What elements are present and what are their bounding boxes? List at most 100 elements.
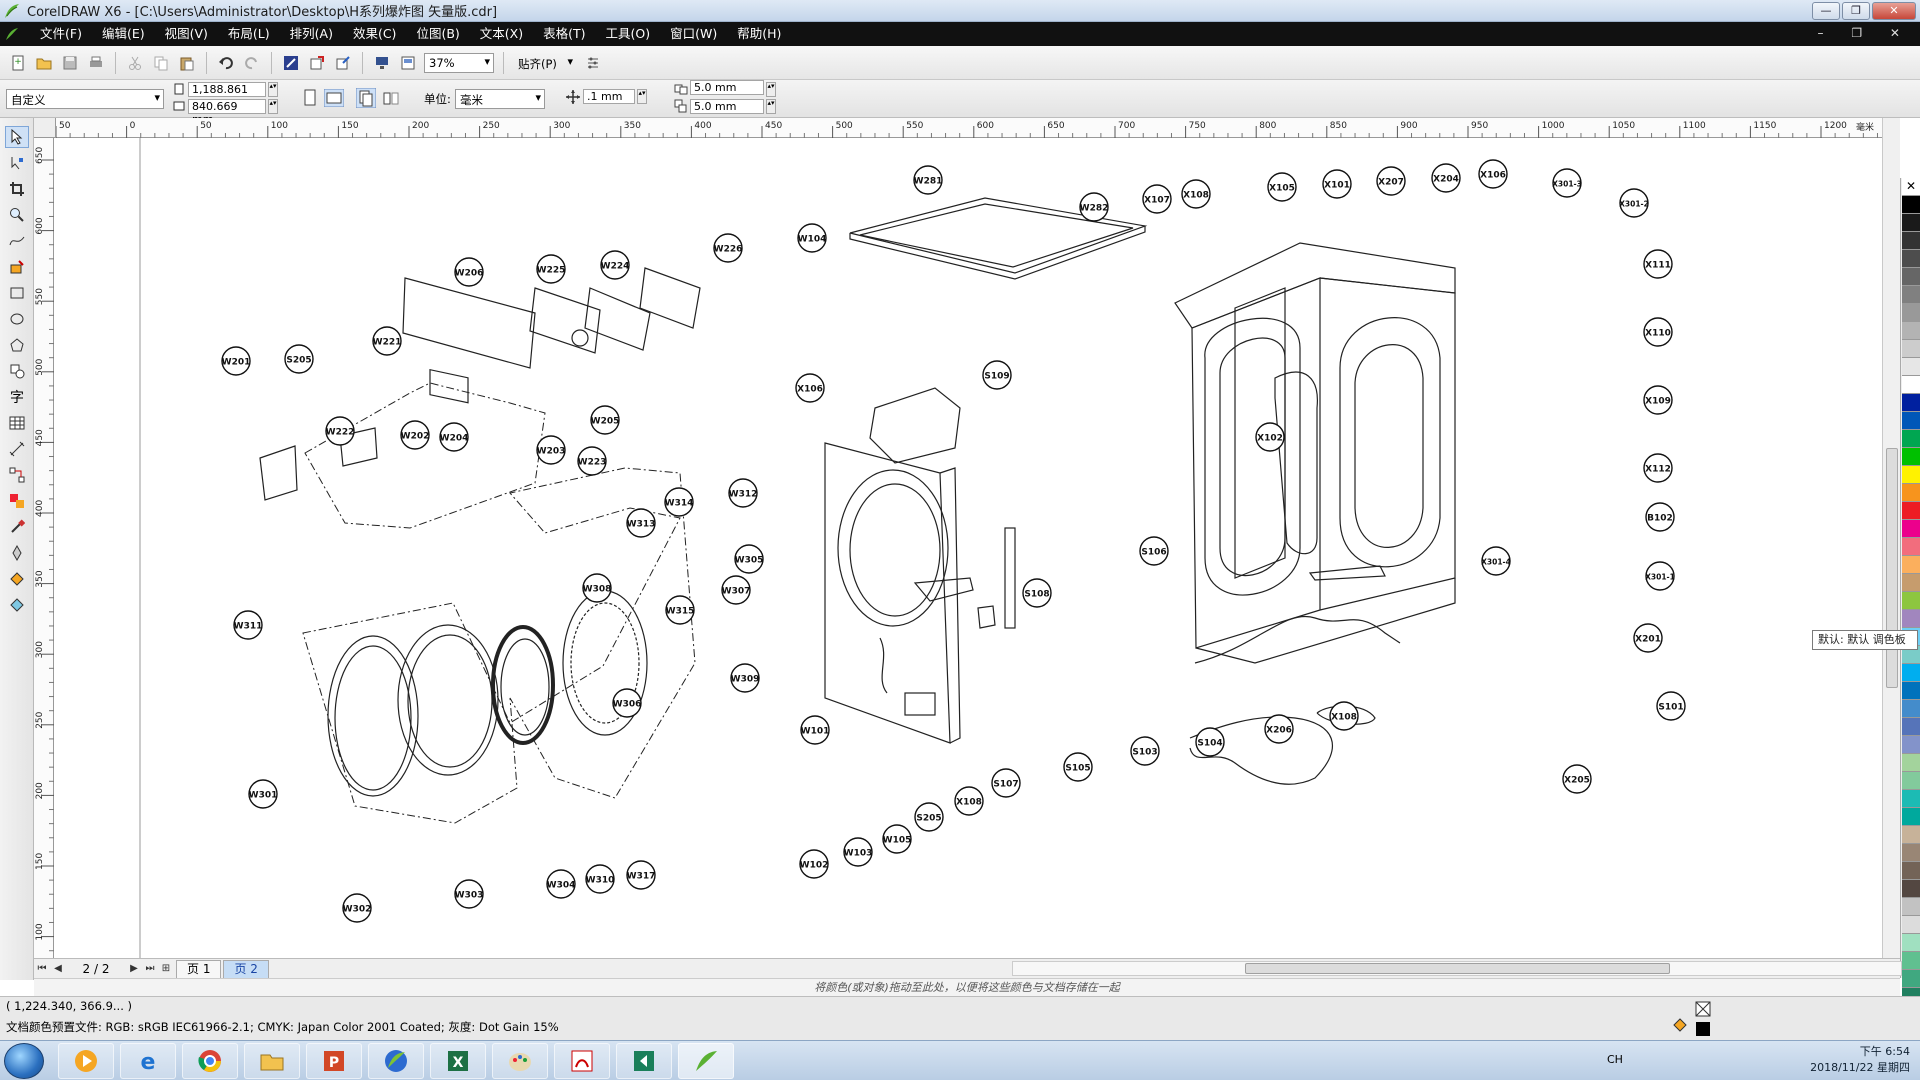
new-document-icon[interactable]: + [8, 53, 28, 73]
first-page-icon[interactable]: ⏮ [34, 963, 50, 974]
text-tool-icon[interactable]: 字 [5, 386, 29, 408]
page-size-preset-combo[interactable]: 自定义 [6, 89, 164, 109]
page-width-field[interactable]: 1,188.861 mm [188, 82, 266, 109]
pick-tool-icon[interactable] [5, 126, 29, 148]
drawing-canvas[interactable]: W281 W282 X107 X108 X105 X101 X207 X204 X106 X301… [55, 138, 1887, 958]
palette-swatch[interactable] [1902, 898, 1920, 916]
palette-swatch[interactable] [1902, 862, 1920, 880]
palette-swatch[interactable] [1902, 808, 1920, 826]
palette-swatch[interactable] [1902, 916, 1920, 934]
palette-swatch[interactable] [1902, 214, 1920, 232]
menu-tools[interactable]: 工具(O) [596, 22, 661, 46]
palette-swatch[interactable] [1902, 844, 1920, 862]
palette-swatch[interactable] [1902, 682, 1920, 700]
open-folder-icon[interactable] [34, 53, 54, 73]
page-width-spinner[interactable]: ▴▾ [268, 82, 278, 97]
polygon-tool-icon[interactable] [5, 334, 29, 356]
no-fill-swatch-icon[interactable] [1695, 1001, 1711, 1017]
palette-swatch[interactable] [1902, 790, 1920, 808]
zoom-level-combo[interactable]: 37% [424, 52, 494, 73]
horizontal-scroll-thumb[interactable] [1245, 963, 1670, 974]
document-window-controls[interactable]: – ❐ ✕ [1818, 26, 1912, 40]
dimension-tool-icon[interactable] [5, 438, 29, 460]
palette-swatch[interactable] [1902, 520, 1920, 538]
palette-swatch[interactable] [1902, 358, 1920, 376]
coreldraw-x6-icon[interactable] [368, 1043, 424, 1079]
fill-indicator-icon[interactable] [1672, 1017, 1688, 1033]
table-tool-icon[interactable] [5, 412, 29, 434]
palette-swatch[interactable] [1902, 196, 1920, 214]
menu-effects[interactable]: 效果(C) [343, 22, 406, 46]
paint-icon[interactable] [492, 1043, 548, 1079]
palette-swatch[interactable] [1902, 772, 1920, 790]
paste-icon[interactable] [177, 53, 197, 73]
palette-swatch[interactable] [1902, 718, 1920, 736]
palette-swatch[interactable] [1902, 466, 1920, 484]
eyedropper-tool-icon[interactable] [5, 516, 29, 538]
palette-swatch[interactable] [1902, 484, 1920, 502]
outline-pen-tool-icon[interactable] [5, 542, 29, 564]
palette-swatch[interactable] [1902, 934, 1920, 952]
export-icon[interactable] [333, 53, 353, 73]
palette-swatch[interactable] [1902, 880, 1920, 898]
no-color-swatch[interactable]: ✕ [1902, 178, 1920, 196]
palette-swatch[interactable] [1902, 250, 1920, 268]
all-pages-icon[interactable] [356, 88, 376, 108]
ruler-corner[interactable] [34, 118, 56, 138]
palette-swatch[interactable] [1902, 502, 1920, 520]
palette-swatch[interactable] [1902, 538, 1920, 556]
palette-swatch[interactable] [1902, 232, 1920, 250]
vertical-scrollbar[interactable] [1882, 118, 1900, 960]
powerpoint-icon[interactable]: P [306, 1043, 362, 1079]
save-icon[interactable] [60, 53, 80, 73]
menu-help[interactable]: 帮助(H) [727, 22, 791, 46]
last-page-icon[interactable]: ⏭ [142, 963, 158, 974]
fill-tool-icon[interactable] [5, 568, 29, 590]
palette-swatch[interactable] [1902, 952, 1920, 970]
internet-explorer-icon[interactable]: e [120, 1043, 176, 1079]
menu-bitmaps[interactable]: 位图(B) [406, 22, 469, 46]
palette-swatch[interactable] [1902, 448, 1920, 466]
nudge-distance-field[interactable]: .1 mm [583, 89, 635, 104]
outline-color-swatch-icon[interactable] [1695, 1021, 1711, 1037]
horizontal-ruler[interactable]: 50 0 50 100 150 200 250 300 350 400 450 500 550 600 65… [55, 118, 1886, 138]
current-page-icon[interactable] [382, 89, 400, 107]
ellipse-tool-icon[interactable] [5, 308, 29, 330]
vertical-scroll-thumb[interactable] [1886, 448, 1898, 688]
smart-fill-tool-icon[interactable] [5, 256, 29, 278]
start-button[interactable] [4, 1043, 44, 1079]
document-icon[interactable] [4, 26, 20, 42]
copy-icon[interactable] [151, 53, 171, 73]
palette-swatch[interactable] [1902, 736, 1920, 754]
palette-swatch[interactable] [1902, 556, 1920, 574]
color-profile-info[interactable]: 文档颜色预置文件: RGB: sRGB IEC61966-2.1; CMYK: … [6, 1019, 559, 1035]
file-explorer-icon[interactable] [244, 1043, 300, 1079]
page-tab-1[interactable]: 页 1 [176, 959, 222, 978]
next-page-icon[interactable]: ▶ [126, 963, 142, 974]
menu-file[interactable]: 文件(F) [30, 22, 92, 46]
add-page-icon[interactable]: ⊞ [158, 963, 174, 974]
maximize-button[interactable]: ❐ [1842, 2, 1870, 20]
palette-swatch[interactable] [1902, 412, 1920, 430]
close-button[interactable]: ✕ [1872, 2, 1916, 20]
application-launcher-icon[interactable] [372, 53, 392, 73]
input-language[interactable]: CH [1607, 1053, 1623, 1066]
crop-tool-icon[interactable] [5, 178, 29, 200]
document-palette-hint[interactable]: 将颜色(或对象)拖动至此处，以便将这些颜色与文档存储在一起 [34, 978, 1900, 996]
excel-icon[interactable]: X [430, 1043, 486, 1079]
menu-view[interactable]: 视图(V) [155, 22, 218, 46]
palette-swatch[interactable] [1902, 826, 1920, 844]
palette-swatch[interactable] [1902, 592, 1920, 610]
zoom-tool-icon[interactable] [5, 204, 29, 226]
portrait-orientation-icon[interactable] [302, 89, 318, 107]
palette-swatch[interactable] [1902, 268, 1920, 286]
menu-arrange[interactable]: 排列(A) [280, 22, 343, 46]
palette-swatch[interactable] [1902, 610, 1920, 628]
rectangle-tool-icon[interactable] [5, 282, 29, 304]
menu-layout[interactable]: 布局(L) [218, 22, 280, 46]
units-combo[interactable]: 毫米 [455, 89, 545, 109]
menu-text[interactable]: 文本(X) [470, 22, 533, 46]
palette-swatch[interactable] [1902, 304, 1920, 322]
search-content-icon[interactable] [281, 53, 301, 73]
duplicate-x-spinner[interactable]: ▴▾ [766, 82, 776, 97]
